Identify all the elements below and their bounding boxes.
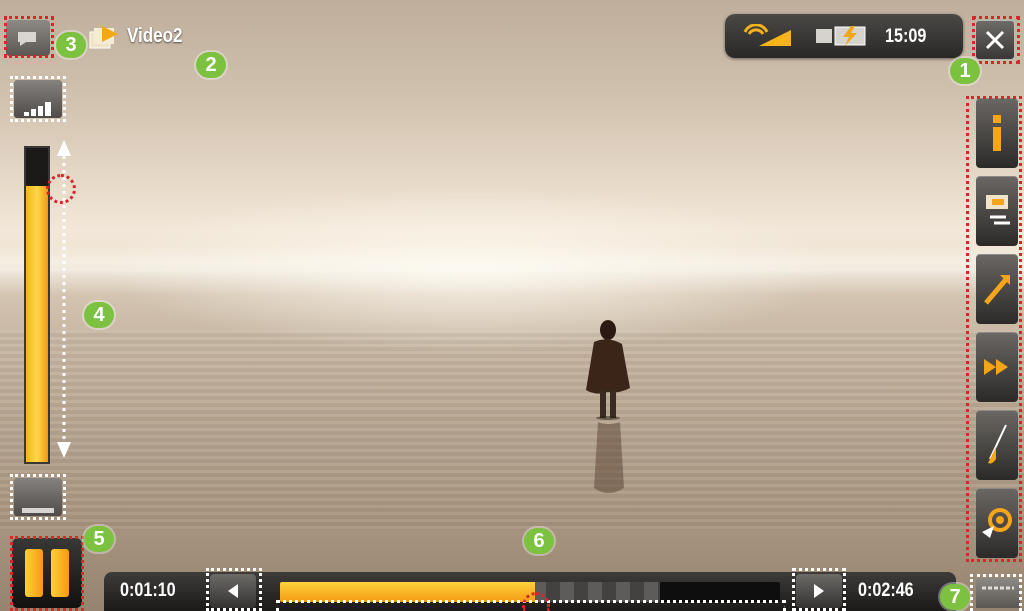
callout-6: 6	[524, 528, 554, 554]
callout-5: 5	[84, 526, 114, 552]
highlight-volume-up	[10, 76, 66, 122]
highlight-pause	[10, 536, 84, 611]
volume-level-fill	[26, 185, 48, 462]
highlight-close	[972, 16, 1020, 64]
page-title: Video2	[127, 25, 183, 47]
video-frame[interactable]	[0, 0, 1024, 611]
callout-1: 1	[950, 58, 980, 84]
elapsed-time: 0:01:10	[120, 580, 176, 601]
callout-2: 2	[196, 52, 226, 78]
callout-4: 4	[84, 302, 114, 328]
highlight-seek-forward	[792, 568, 846, 611]
seek-progress-fill	[280, 582, 535, 602]
wifi-signal-icon	[743, 24, 791, 46]
highlight-volume-down	[10, 474, 66, 520]
highlight-side-menu	[966, 96, 1022, 562]
status-bar: 15:09	[725, 14, 963, 58]
battery-charging-icon	[816, 26, 866, 46]
horizon-glow	[0, 245, 1024, 295]
water-surface	[0, 330, 1024, 530]
highlight-back	[4, 16, 54, 58]
highlight-seek-back	[206, 568, 262, 611]
status-clock: 15:09	[885, 26, 927, 47]
callout-7: 7	[940, 584, 970, 610]
folder-video-icon	[89, 26, 118, 49]
callout-3: 3	[56, 32, 86, 58]
total-time: 0:02:46	[858, 580, 914, 601]
highlight-menu	[970, 574, 1022, 611]
highlight-volume-handle	[46, 174, 76, 204]
walking-person-figure	[586, 320, 630, 493]
